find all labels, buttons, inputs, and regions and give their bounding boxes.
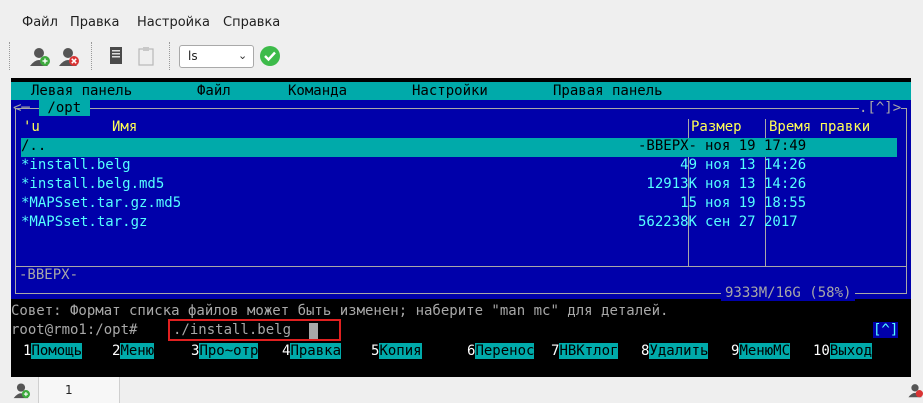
user-remove-icon xyxy=(908,384,923,398)
menu-edit[interactable]: Правка xyxy=(70,15,119,30)
fkey-label: Меню xyxy=(120,343,155,359)
file-name: /.. xyxy=(21,138,47,154)
file-date: ноя 19 17:49 xyxy=(705,138,807,154)
new-tab-button[interactable] xyxy=(10,379,32,401)
file-row[interactable]: *install.belg.md5 12913K ноя 13 14:26 xyxy=(21,176,897,195)
function-keys-bar: 1Помощь 2Меню 3Про~отр 4Правка 5Копия 6П… xyxy=(11,343,911,362)
mc-menu-command[interactable]: Команда xyxy=(288,83,347,99)
command-highlight-box xyxy=(168,319,341,341)
file-name: *install.belg xyxy=(21,157,131,173)
file-row[interactable]: *install.belg 49 ноя 13 14:26 xyxy=(21,157,897,176)
command-combo[interactable]: ls ⌄ xyxy=(179,45,254,68)
command-line[interactable]: root@rmo1:/opt# ./install.belg [^] xyxy=(11,322,911,341)
fkey-quit[interactable]: 10Выход xyxy=(813,343,873,362)
mc-menu-file[interactable]: Файл xyxy=(197,83,231,99)
column-size-header[interactable]: Размер xyxy=(691,119,742,135)
mc-menu-options[interactable]: Настройки xyxy=(412,83,488,99)
mc-menubar: Левая панель Файл Команда Настройки Прав… xyxy=(11,82,911,100)
file-size: 49 xyxy=(680,157,697,173)
fkey-number: 10 xyxy=(813,343,830,359)
check-icon xyxy=(260,46,280,66)
fkey-pulldown[interactable]: 9МенюМС xyxy=(731,343,791,362)
fkey-move[interactable]: 6Перенос xyxy=(467,343,535,362)
shell-prompt: root@rmo1:/opt# xyxy=(11,322,146,338)
file-name: *MAPSset.tar.gz xyxy=(21,214,148,230)
column-mtime-header[interactable]: Время правки xyxy=(769,119,870,135)
sort-indicator[interactable]: 'u xyxy=(23,119,40,135)
column-name-header[interactable]: Имя xyxy=(112,119,137,135)
close-tab-button[interactable] xyxy=(907,379,923,401)
file-date: ноя 13 14:26 xyxy=(705,176,807,192)
disk-info: 9333M/16G (58%) xyxy=(721,285,856,301)
toolbar-separator xyxy=(169,42,172,70)
fkey-label: МенюМС xyxy=(739,343,791,359)
fkey-menu[interactable]: 2Меню xyxy=(112,343,155,362)
copy-icon xyxy=(110,47,122,64)
toolbar: ls ⌄ xyxy=(0,34,923,78)
fkey-view[interactable]: 3Про~отр xyxy=(191,343,259,362)
status-divider xyxy=(15,266,907,267)
file-size: 12913K xyxy=(646,176,697,192)
mc-menu-left-panel[interactable]: Левая панель xyxy=(31,83,132,99)
fkey-label: Удалить xyxy=(649,343,709,359)
session-tabbar: 1 xyxy=(0,377,923,403)
toolbar-separator xyxy=(91,42,94,70)
file-name: *MAPSset.tar.gz.md5 xyxy=(21,195,182,211)
tab-1[interactable]: 1 xyxy=(38,377,120,403)
terminal[interactable]: Левая панель Файл Команда Настройки Прав… xyxy=(11,78,911,377)
new-session-button[interactable] xyxy=(27,44,51,68)
fkey-label: Выход xyxy=(829,343,873,359)
copy-button[interactable] xyxy=(104,44,128,68)
user-remove-icon xyxy=(59,48,79,66)
fkey-label: Перенос xyxy=(475,343,535,359)
panel-status: -BBEPX- xyxy=(19,267,79,283)
menu-file[interactable]: Файл xyxy=(22,15,58,30)
hint-line: Совет: Формат списка файлов может быть и… xyxy=(11,303,911,322)
panel-corner-controls[interactable]: .[^]> xyxy=(859,100,902,116)
hint-text: Совет: Формат списка файлов может быть и… xyxy=(11,303,669,319)
fkey-label: Про~отр xyxy=(199,343,259,359)
file-size: 562238K xyxy=(637,214,697,230)
mc-panel: <─ /opt .[^]> 'u Имя Размер Время правки… xyxy=(11,100,911,301)
chevron-down-icon: ⌄ xyxy=(238,49,248,62)
menubar: Файл Правка Настройка Справка xyxy=(0,0,923,34)
menu-settings[interactable]: Настройка xyxy=(137,15,210,30)
menu-help[interactable]: Справка xyxy=(223,15,280,30)
fkey-label: Копия xyxy=(379,343,422,359)
file-name: *install.belg.md5 xyxy=(21,176,165,192)
file-date: ноя 13 14:26 xyxy=(705,157,807,173)
execute-button[interactable] xyxy=(258,44,282,68)
fkey-label: НВКтлог xyxy=(559,343,619,359)
file-row[interactable]: *MAPSset.tar.gz.md5 15 ноя 19 18:55 xyxy=(21,195,897,214)
fkey-label: Помощь xyxy=(31,343,83,359)
user-add-icon xyxy=(30,48,50,66)
fkey-edit[interactable]: 4Правка xyxy=(282,343,342,362)
file-row[interactable]: *MAPSset.tar.gz 562238K сен 27 2017 xyxy=(21,214,897,233)
paste-icon xyxy=(138,47,154,66)
mc-menu-right-panel[interactable]: Правая панель xyxy=(553,83,663,99)
file-date: сен 27 2017 xyxy=(705,214,798,230)
file-size: -BBEPX- xyxy=(637,138,697,154)
cmd-corner-controls[interactable]: [^] xyxy=(873,322,899,338)
paste-button[interactable] xyxy=(134,44,158,68)
panel-path[interactable]: /opt xyxy=(39,100,90,116)
close-session-button[interactable] xyxy=(56,44,80,68)
panel-frame-corner: <─ xyxy=(13,100,30,116)
file-size: 15 xyxy=(680,195,697,211)
toolbar-separator xyxy=(9,42,12,70)
fkey-copy[interactable]: 5Копия xyxy=(371,343,422,362)
file-row-selected[interactable]: /.. -BBEPX- ноя 19 17:49 xyxy=(21,138,897,157)
fkey-mkdir[interactable]: 7НВКтлог xyxy=(551,343,619,362)
fkey-delete[interactable]: 8Удалить xyxy=(641,343,709,362)
fkey-label: Правка xyxy=(290,343,342,359)
tab-label: 1 xyxy=(65,383,73,397)
command-combo-value: ls xyxy=(188,49,198,63)
user-add-icon xyxy=(13,383,30,399)
fkey-help[interactable]: 1Помощь xyxy=(23,343,83,362)
file-date: ноя 19 18:55 xyxy=(705,195,807,211)
